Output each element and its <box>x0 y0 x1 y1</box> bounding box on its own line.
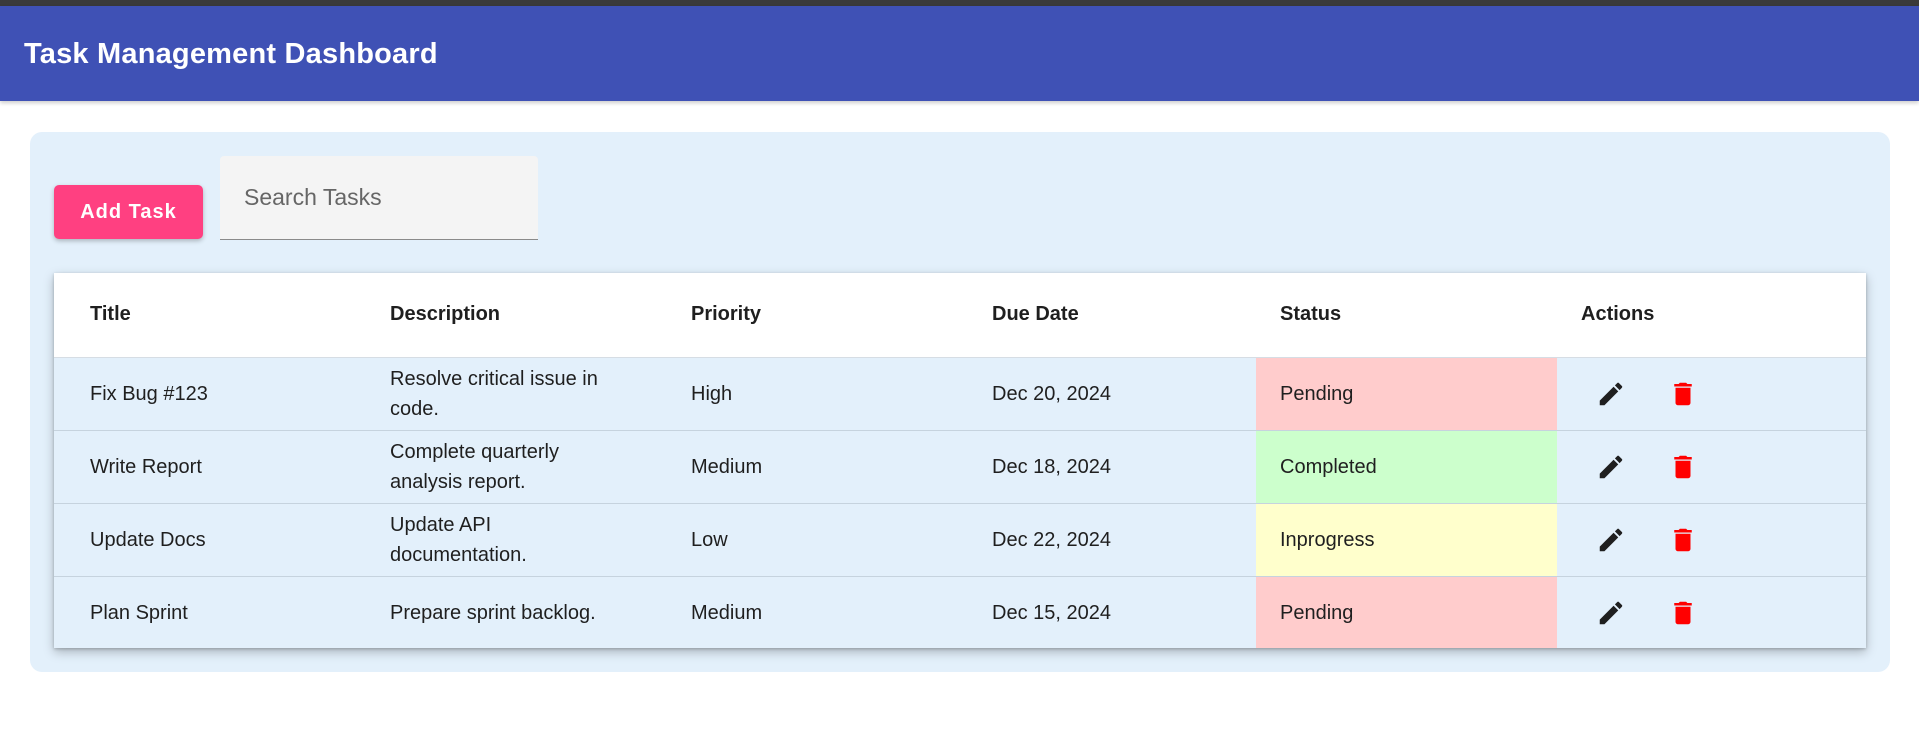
cell-due-date: Dec 15, 2024 <box>992 601 1111 624</box>
cell-due-date: Dec 22, 2024 <box>956 503 1256 577</box>
column-header-title: Title <box>54 273 354 358</box>
cell-title: Write Report <box>54 430 354 504</box>
cell-priority: Low <box>655 503 956 577</box>
cell-actions <box>1557 430 1866 504</box>
cell-title: Fix Bug #123 <box>54 357 354 431</box>
column-header-status: Status <box>1256 273 1557 358</box>
dashboard-panel: Add Task Title Description Priority Due … <box>30 132 1890 672</box>
table-row: Fix Bug #123 Resolve critical issue in co… <box>54 357 1866 431</box>
table-row: Plan Sprint Prepare sprint backlog. Medium… <box>54 576 1866 648</box>
task-table: Title Description Priority Due Date Stat… <box>54 273 1866 648</box>
column-header-due-date: Due Date <box>956 273 1256 358</box>
table-row: Update Docs Update API documentation. Low D… <box>54 503 1866 577</box>
cell-title: Plan Sprint <box>90 601 188 624</box>
delete-icon <box>1674 382 1692 405</box>
cell-actions <box>1557 576 1866 648</box>
delete-button[interactable] <box>1659 370 1707 418</box>
edit-icon <box>1599 528 1623 551</box>
edit-button[interactable] <box>1587 516 1635 564</box>
add-task-button[interactable]: Add Task <box>54 185 203 239</box>
delete-icon <box>1674 455 1692 478</box>
column-header-description: Description <box>354 273 655 358</box>
delete-button[interactable] <box>1659 589 1707 637</box>
cell-priority: High <box>655 357 956 431</box>
edit-icon <box>1599 601 1623 624</box>
delete-button[interactable] <box>1659 516 1707 564</box>
cell-description: Prepare sprint backlog. <box>390 601 596 624</box>
column-header-actions: Actions <box>1557 273 1866 358</box>
search-field <box>220 156 538 240</box>
cell-status: Inprogress <box>1256 503 1557 577</box>
page-title: Task Management Dashboard <box>24 38 438 70</box>
column-header-priority: Priority <box>655 273 956 358</box>
edit-button[interactable] <box>1587 370 1635 418</box>
task-table-card: Title Description Priority Due Date Stat… <box>54 273 1866 648</box>
delete-icon <box>1674 528 1692 551</box>
cell-due-date: Dec 18, 2024 <box>956 430 1256 504</box>
cell-priority: Medium <box>655 430 956 504</box>
edit-icon <box>1599 455 1623 478</box>
cell-due-date: Dec 20, 2024 <box>956 357 1256 431</box>
cell-description: Update API documentation. <box>354 503 655 577</box>
delete-button[interactable] <box>1659 443 1707 491</box>
cell-description: Resolve critical issue in code. <box>354 357 655 431</box>
edit-icon <box>1599 382 1623 405</box>
delete-icon <box>1674 601 1692 624</box>
cell-status: Pending <box>1256 576 1557 648</box>
cell-actions <box>1557 503 1866 577</box>
search-input[interactable] <box>220 156 538 239</box>
cell-title: Update Docs <box>54 503 354 577</box>
cell-status: Pending <box>1256 357 1557 431</box>
table-header-row: Title Description Priority Due Date Stat… <box>54 273 1866 358</box>
app-bar: Task Management Dashboard <box>0 6 1919 101</box>
cell-priority: Medium <box>691 601 763 624</box>
edit-button[interactable] <box>1587 443 1635 491</box>
cell-actions <box>1557 357 1866 431</box>
cell-status: Completed <box>1256 430 1557 504</box>
edit-button[interactable] <box>1587 589 1635 637</box>
table-row: Write Report Complete quarterly analysis … <box>54 430 1866 504</box>
cell-description: Complete quarterly analysis report. <box>354 430 655 504</box>
